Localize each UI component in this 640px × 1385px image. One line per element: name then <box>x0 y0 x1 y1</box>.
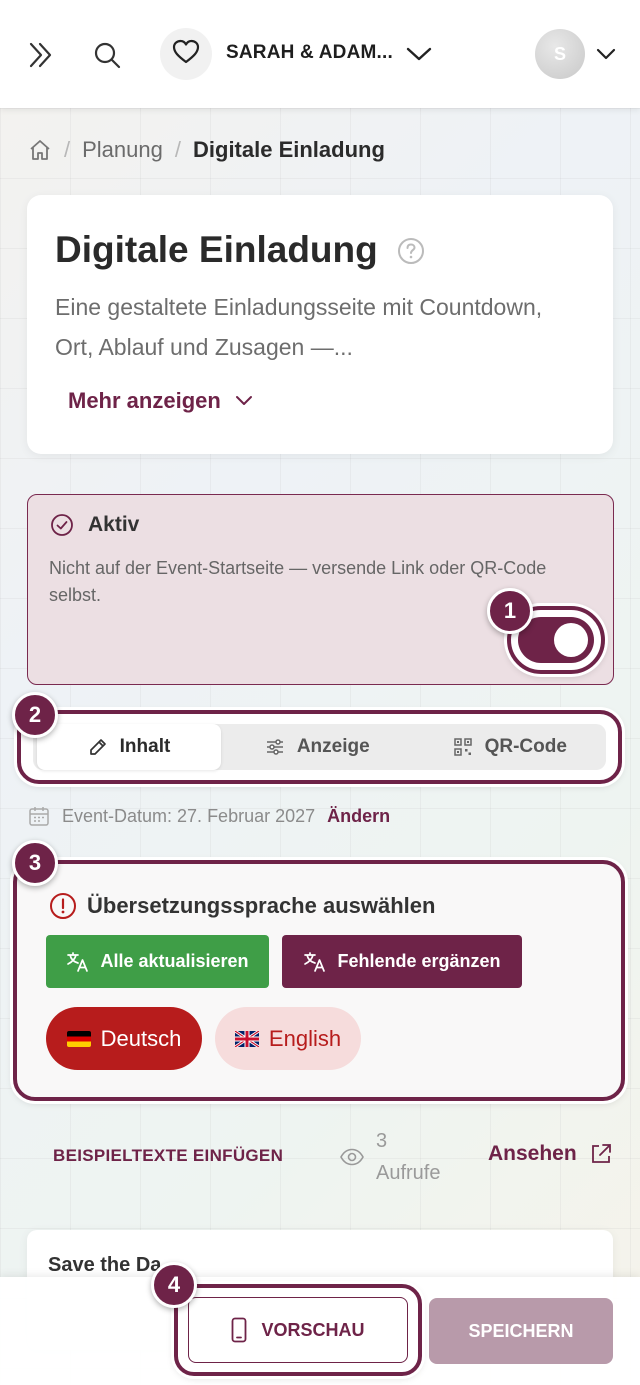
event-date-row: Event-Datum: 27. Februar 2027 Ändern <box>28 805 390 827</box>
breadcrumb: / Planung / Digitale Einladung <box>28 137 385 163</box>
views-count: 3 <box>376 1130 388 1152</box>
show-more-label: Mehr anzeigen <box>68 388 221 413</box>
status-title: Aktiv <box>88 513 140 536</box>
breadcrumb-current: Digitale Einladung <box>193 137 385 162</box>
page-description: Eine gestaltete Einladungsseite mit Coun… <box>55 294 543 360</box>
preview-button[interactable]: VORSCHAU <box>188 1297 408 1363</box>
preview-label: VORSCHAU <box>261 1319 365 1340</box>
view-label: Ansehen <box>488 1142 577 1165</box>
tab-anzeige[interactable]: Anzeige <box>221 724 414 770</box>
home-icon[interactable] <box>28 138 52 162</box>
expand-sidebar-icon[interactable] <box>24 38 58 72</box>
german-flag-icon <box>66 1030 91 1047</box>
qr-code-icon <box>453 737 473 757</box>
chevron-down-icon <box>235 395 253 407</box>
eye-icon <box>340 1148 364 1166</box>
update-all-label: Alle aktualisieren <box>100 951 249 971</box>
insert-sample-texts-button[interactable]: BEISPIELTEXTE EINFÜGEN <box>53 1146 283 1166</box>
external-link-icon <box>589 1142 613 1166</box>
tab-bar: Inhalt Anzeige QR-Code <box>33 724 606 770</box>
sliders-icon <box>265 737 285 757</box>
views-text: 3 Aufrufe <box>376 1125 440 1189</box>
calendar-icon <box>28 805 50 827</box>
translate-icon <box>303 951 327 973</box>
smartphone-icon <box>231 1317 247 1343</box>
preview-highlight: VORSCHAU <box>174 1284 422 1376</box>
breadcrumb-separator: / <box>174 137 181 162</box>
avatar[interactable]: S <box>535 29 585 79</box>
intro-card: Digitale Einladung Eine gestaltete Einla… <box>27 195 613 454</box>
tab-label: Inhalt <box>119 736 171 757</box>
avatar-initial: S <box>553 43 566 64</box>
translation-panel: Übersetzungssprache auswählen Alle aktua… <box>13 860 625 1101</box>
tab-inhalt[interactable]: Inhalt <box>37 724 221 770</box>
alert-circle-icon <box>49 892 77 920</box>
save-button[interactable]: SPEICHERN <box>429 1298 613 1364</box>
tab-qr-code[interactable]: QR-Code <box>414 724 607 770</box>
heart-icon <box>172 39 200 70</box>
toggle-knob <box>554 623 588 657</box>
language-option-english[interactable]: English <box>215 1007 361 1070</box>
language-label: Deutsch <box>100 1025 182 1051</box>
translate-icon <box>66 951 90 973</box>
search-icon[interactable] <box>90 38 124 72</box>
active-toggle[interactable] <box>518 617 594 663</box>
edit-icon <box>88 737 108 757</box>
update-all-button[interactable]: Alle aktualisieren <box>46 935 269 988</box>
event-name[interactable]: SARAH & ADAM... <box>226 42 393 64</box>
event-date-label: Event-Datum: 27. Februar 2027 <box>62 805 316 826</box>
event-dropdown-chevron-icon[interactable] <box>404 40 434 68</box>
breadcrumb-separator: / <box>64 137 71 162</box>
step-badge-2: 2 <box>12 692 58 738</box>
account-menu-chevron-icon[interactable] <box>594 44 618 64</box>
translation-header: Übersetzungssprache auswählen <box>49 892 435 920</box>
language-option-deutsch[interactable]: Deutsch <box>46 1007 202 1070</box>
views-label: Aufrufe <box>376 1162 441 1184</box>
step-badge-4: 4 <box>151 1262 197 1308</box>
top-bar: SARAH & ADAM... S <box>0 0 640 108</box>
view-invitation-link[interactable]: Ansehen <box>488 1142 613 1166</box>
section-title: Save the Da <box>48 1254 162 1276</box>
tabs-highlight: Inhalt Anzeige QR-Code <box>17 710 622 784</box>
help-icon[interactable] <box>397 237 425 270</box>
fill-missing-button[interactable]: Fehlende ergänzen <box>282 935 522 988</box>
page-title: Digitale Einladung <box>55 229 378 270</box>
step-badge-3: 3 <box>12 840 58 886</box>
fill-missing-label: Fehlende ergänzen <box>337 951 501 971</box>
status-header: Aktiv <box>50 513 139 537</box>
change-date-link[interactable]: Ändern <box>327 806 390 827</box>
translation-title: Übersetzungssprache auswählen <box>87 893 436 918</box>
event-switcher[interactable] <box>160 28 212 80</box>
language-label: English <box>268 1025 342 1051</box>
tab-label: Anzeige <box>296 736 370 757</box>
breadcrumb-item-planung[interactable]: Planung <box>82 137 163 163</box>
views-counter: 3 Aufrufe <box>340 1125 440 1189</box>
uk-flag-icon <box>234 1030 259 1047</box>
check-circle-icon <box>50 513 74 537</box>
step-badge-1: 1 <box>487 588 533 634</box>
show-more-button[interactable]: Mehr anzeigen <box>68 388 253 414</box>
tab-label: QR-Code <box>484 736 567 757</box>
